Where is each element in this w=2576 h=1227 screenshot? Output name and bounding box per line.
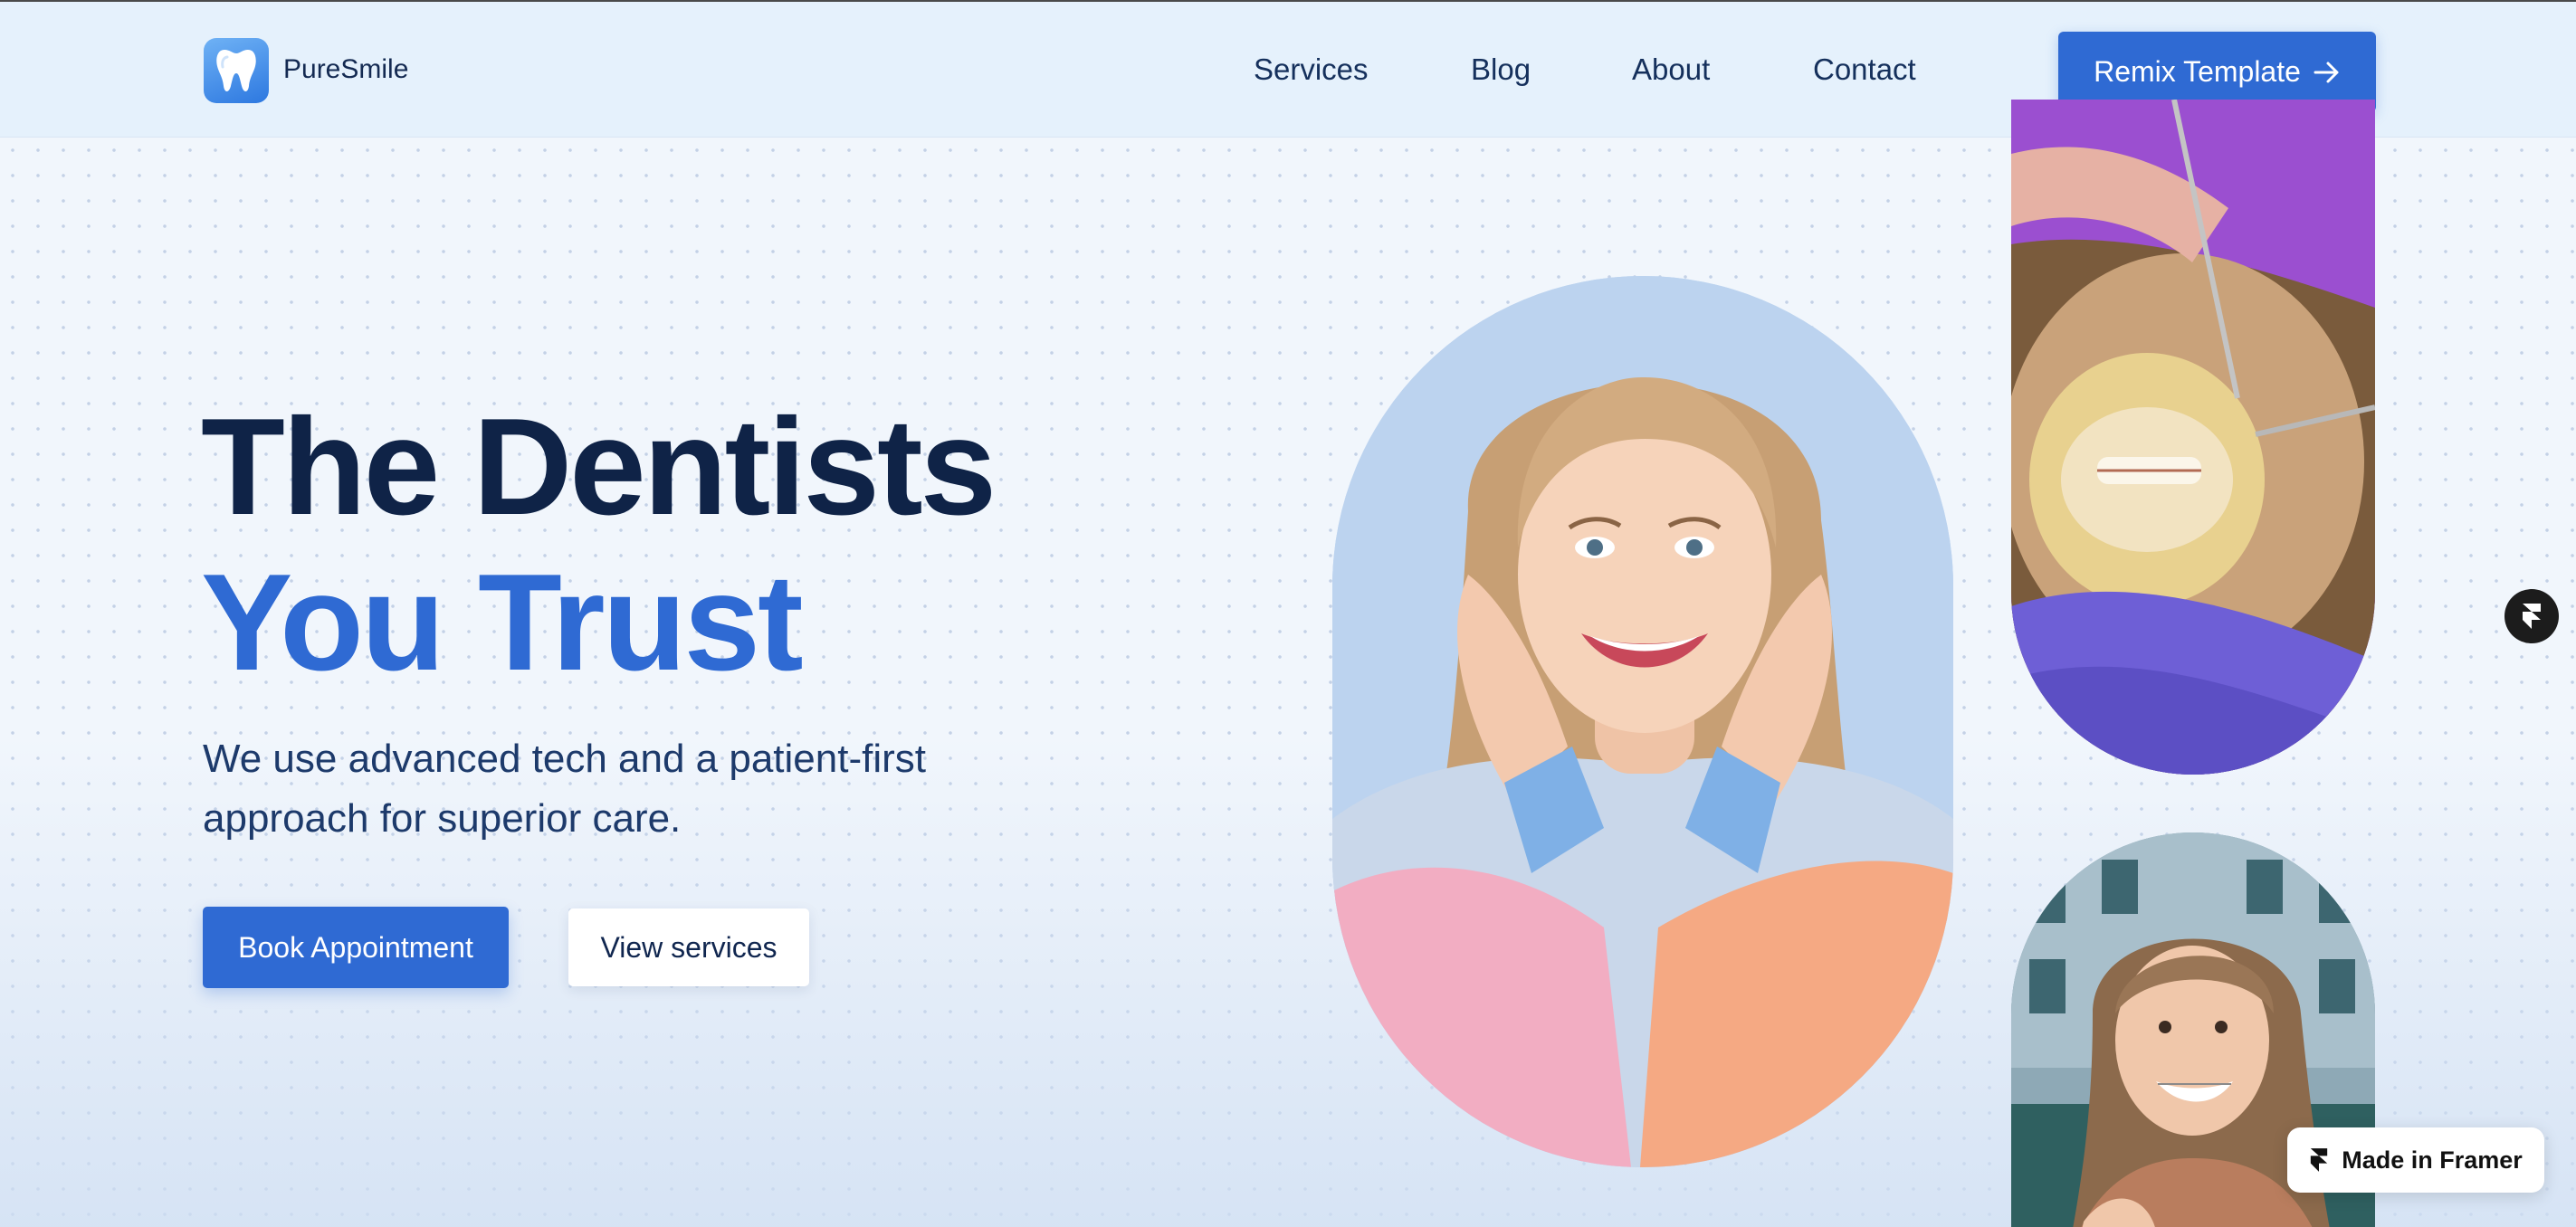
view-services-button[interactable]: View services [568, 908, 809, 986]
arrow-right-icon [2314, 62, 2339, 82]
remix-template-label: Remix Template [2094, 55, 2301, 88]
nav-services[interactable]: Services [1254, 52, 1369, 87]
made-in-framer-badge[interactable]: Made in Framer [2287, 1127, 2544, 1193]
nav-about[interactable]: About [1632, 52, 1710, 87]
nav-blog[interactable]: Blog [1471, 52, 1531, 87]
nav-contact[interactable]: Contact [1813, 52, 1916, 87]
framer-logo-button[interactable] [2504, 589, 2559, 643]
tooth-icon [216, 50, 256, 91]
hero-subtitle-line-1: We use advanced tech and a patient-first [203, 737, 927, 781]
hero-title-line-2: You Trust [201, 546, 804, 699]
hero-subtitle: We use advanced tech and a patient-first… [203, 729, 1090, 849]
brand-name[interactable]: PureSmile [283, 54, 408, 85]
hero-subtitle-line-2: approach for superior care. [203, 796, 682, 841]
made-in-framer-label: Made in Framer [2342, 1146, 2523, 1174]
framer-logo-icon [2523, 604, 2541, 629]
framer-logo-icon [2311, 1148, 2328, 1172]
smiling-woman-illustration [1332, 276, 1953, 1167]
book-appointment-button[interactable]: Book Appointment [203, 907, 509, 988]
dental-braces-procedure-photo [2011, 100, 2375, 775]
smiling-woman-photo [1332, 276, 1953, 1167]
hero-title-line-1: The Dentists [201, 390, 997, 544]
dental-procedure-illustration [2011, 100, 2375, 775]
logo[interactable] [204, 38, 269, 103]
